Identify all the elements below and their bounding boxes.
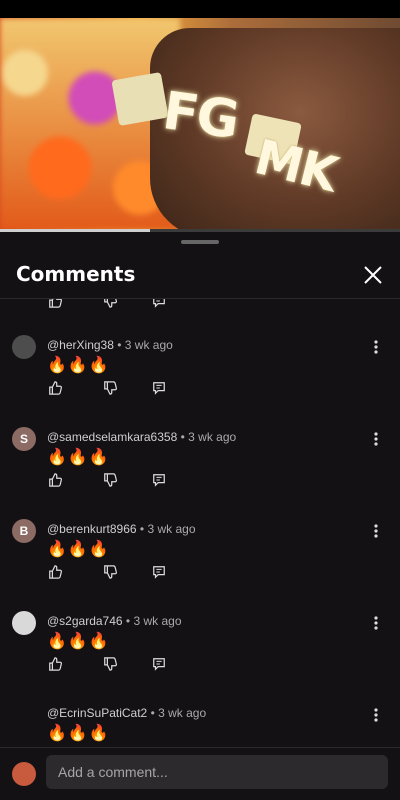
avatar[interactable]: B [12, 519, 36, 543]
sheet-drag-handle[interactable] [181, 240, 219, 244]
dislike-button[interactable] [102, 472, 118, 488]
like-button[interactable] [47, 472, 63, 488]
dislike-button[interactable] [102, 564, 118, 580]
thumbs-up-icon [49, 473, 62, 487]
comment-text: 🔥🔥🔥 [47, 541, 110, 558]
comment-meta: @herXing38 • 3 wk ago [47, 338, 173, 352]
comment-time: 3 wk ago [147, 522, 196, 536]
more-vertical-icon [374, 432, 378, 446]
like-button[interactable] [47, 299, 63, 309]
comment-time: 3 wk ago [158, 706, 207, 720]
comment-text: 🔥🔥🔥 [47, 357, 110, 374]
dislike-button[interactable] [102, 299, 118, 309]
comment-composer: Add a comment... [0, 748, 400, 800]
ring-letters-left: FG [159, 81, 242, 151]
comment-meta: @EcrinSuPatiCat2 • 3 wk ago [47, 706, 206, 720]
avatar[interactable] [12, 703, 36, 727]
more-vertical-icon [374, 708, 378, 722]
comment-author[interactable]: @s2garda746 [47, 614, 123, 628]
thumbs-up-icon [49, 657, 62, 671]
reply-button[interactable] [151, 656, 167, 672]
thumbs-down-icon [104, 657, 117, 671]
comment-item: @herXing38 • 3 wk ago 🔥🔥🔥 [0, 335, 400, 427]
comment-item: @s2garda746 • 3 wk ago 🔥🔥🔥 [0, 611, 400, 703]
thumbs-up-icon [49, 381, 62, 395]
meta-separator: • [117, 338, 125, 352]
meta-separator: • [180, 430, 189, 444]
more-vertical-icon [374, 616, 378, 630]
reply-icon [153, 658, 165, 671]
avatar[interactable] [12, 611, 36, 635]
comment-item: B @berenkurt8966 • 3 wk ago 🔥🔥🔥 [0, 519, 400, 611]
dislike-button[interactable] [102, 380, 118, 396]
comment-author[interactable]: @herXing38 [47, 338, 114, 352]
avatar[interactable] [12, 335, 36, 359]
avatar[interactable]: S [12, 427, 36, 451]
comments-sheet: Comments @herXing38 • 3 wk ago 🔥🔥🔥 S @sa… [0, 232, 400, 800]
thumbs-up-icon [49, 299, 62, 308]
comment-time: 3 wk ago [133, 614, 182, 628]
like-button[interactable] [47, 564, 63, 580]
thumbs-down-icon [104, 565, 117, 579]
dislike-button[interactable] [102, 656, 118, 672]
video-player[interactable]: FG MK [0, 18, 400, 230]
reply-button[interactable] [151, 380, 167, 396]
more-button[interactable] [368, 523, 384, 539]
comment-author[interactable]: @samedselamkara6358 [47, 430, 177, 444]
reply-icon [153, 566, 165, 579]
comment-author[interactable]: @EcrinSuPatiCat2 [47, 706, 147, 720]
comment-meta: @samedselamkara6358 • 3 wk ago [47, 430, 236, 444]
reply-button[interactable] [151, 299, 167, 309]
meta-separator: • [150, 706, 159, 720]
comment-meta: @s2garda746 • 3 wk ago [47, 614, 182, 628]
comments-title: Comments [16, 262, 136, 286]
reply-icon [153, 382, 165, 395]
more-vertical-icon [374, 340, 378, 354]
reply-button[interactable] [151, 564, 167, 580]
comment-text: 🔥🔥🔥 [47, 633, 110, 650]
comment-time: 3 wk ago [124, 338, 173, 352]
like-button[interactable] [47, 656, 63, 672]
close-icon [364, 266, 382, 284]
comment-text: 🔥🔥🔥 [47, 725, 110, 742]
more-button[interactable] [368, 707, 384, 723]
comment-time: 3 wk ago [188, 430, 237, 444]
avatar[interactable] [12, 762, 36, 786]
comment-author[interactable]: @berenkurt8966 [47, 522, 137, 536]
thumbs-down-icon [104, 381, 117, 395]
diamond-ring-cube [111, 72, 169, 126]
comment-item: S @samedselamkara6358 • 3 wk ago 🔥🔥🔥 [0, 427, 400, 519]
more-vertical-icon [374, 524, 378, 538]
more-button[interactable] [368, 431, 384, 447]
thumbs-up-icon [49, 565, 62, 579]
more-button[interactable] [368, 339, 384, 355]
comment-text: 🔥🔥🔥 [47, 449, 110, 466]
like-button[interactable] [47, 380, 63, 396]
reply-icon [153, 299, 165, 308]
comments-list[interactable]: @herXing38 • 3 wk ago 🔥🔥🔥 S @samedselamk… [0, 299, 400, 747]
reply-button[interactable] [151, 472, 167, 488]
thumbs-down-icon [104, 299, 117, 308]
comment-meta: @berenkurt8966 • 3 wk ago [47, 522, 196, 536]
add-comment-input[interactable]: Add a comment... [46, 755, 388, 789]
thumbs-down-icon [104, 473, 117, 487]
more-button[interactable] [368, 615, 384, 631]
reply-icon [153, 474, 165, 487]
close-button[interactable] [360, 262, 386, 288]
comment-item: @EcrinSuPatiCat2 • 3 wk ago 🔥🔥🔥 [0, 703, 400, 747]
